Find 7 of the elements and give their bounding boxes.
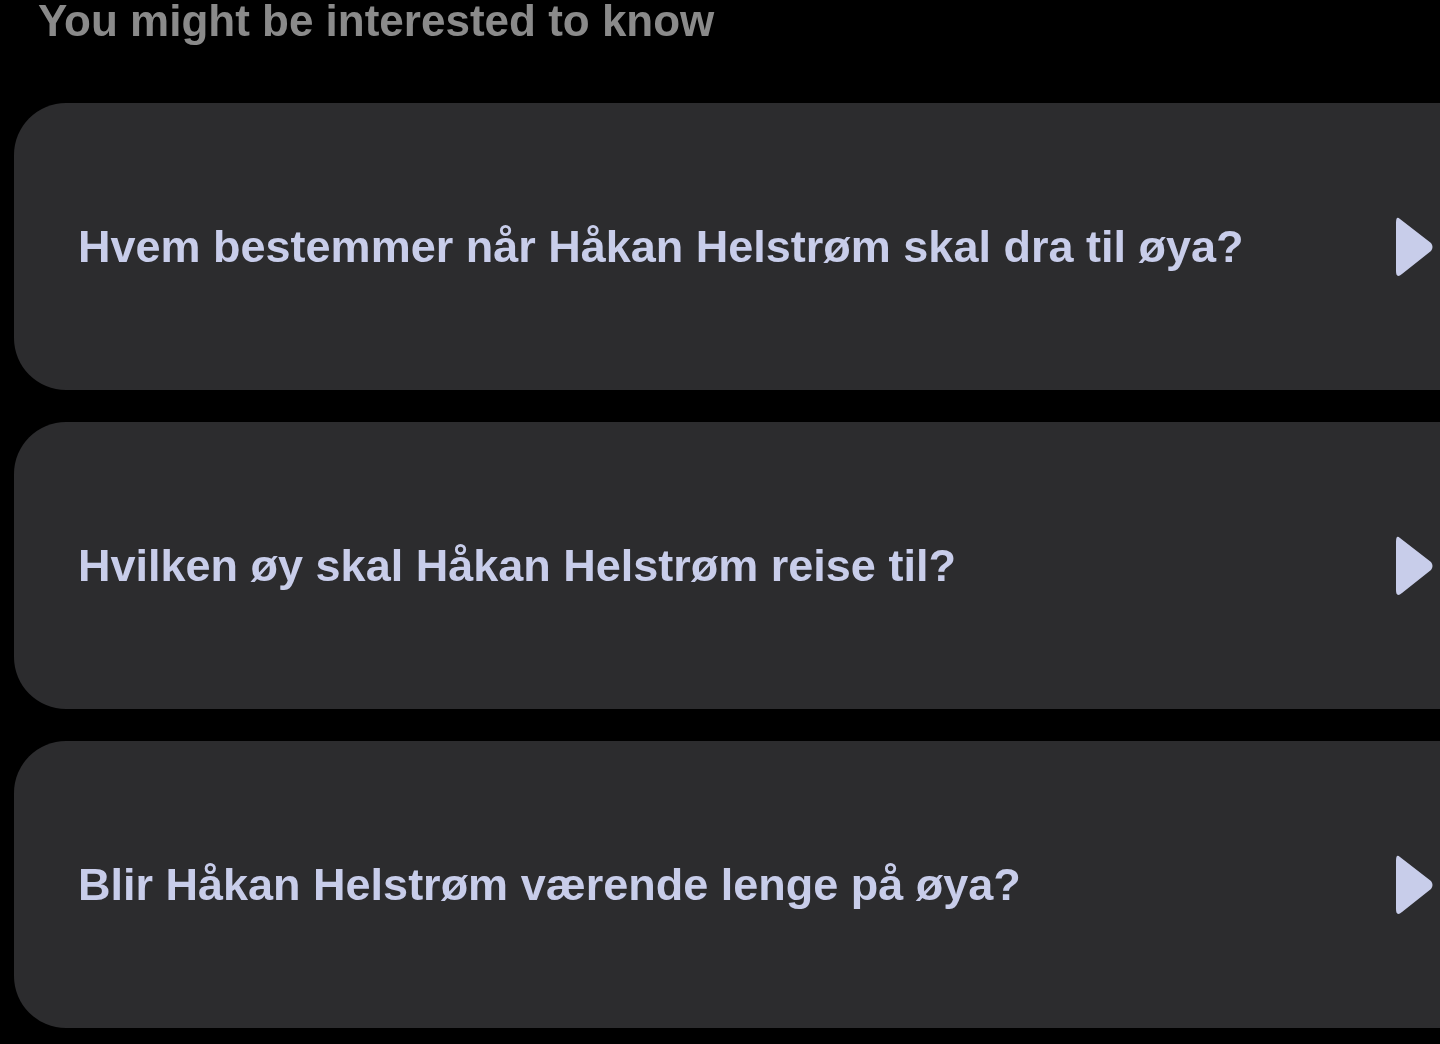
- question-text: Hvem bestemmer når Håkan Helstrøm skal dra til øya?: [78, 219, 1245, 274]
- question-text: Blir Håkan Helstrøm værende lenge på øya?: [78, 857, 1022, 912]
- section-heading: You might be interested to know: [37, 0, 716, 47]
- question-card[interactable]: Hvem bestemmer når Håkan Helstrøm skal dra til øya?: [14, 103, 1440, 390]
- question-card[interactable]: Blir Håkan Helstrøm værende lenge på øya?: [14, 741, 1440, 1028]
- question-text: Hvilken øy skal Håkan Helstrøm reise til?: [78, 538, 957, 593]
- question-card[interactable]: Hvilken øy skal Håkan Helstrøm reise til?: [14, 422, 1440, 709]
